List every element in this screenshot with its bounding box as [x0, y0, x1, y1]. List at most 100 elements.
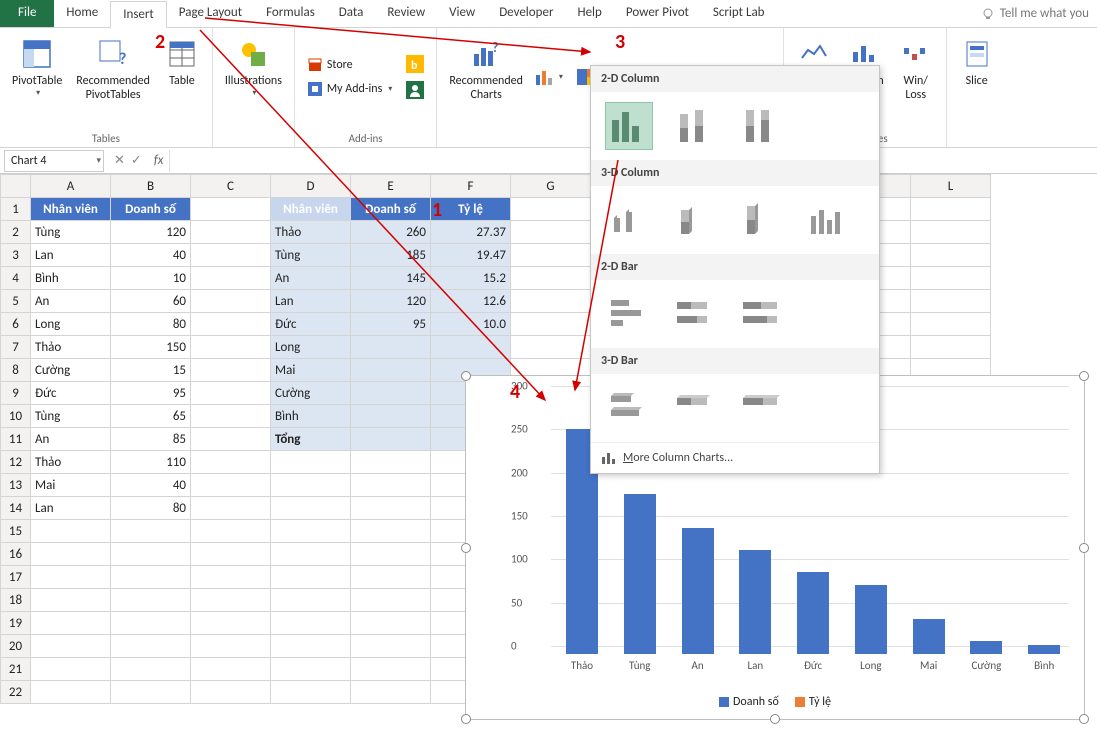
- cell[interactable]: Bình: [271, 405, 351, 428]
- cell[interactable]: [111, 681, 191, 704]
- row-header[interactable]: 20: [1, 635, 31, 658]
- row-header[interactable]: 10: [1, 405, 31, 428]
- recommended-pivottables-button[interactable]: ? Recommended PivotTables: [72, 32, 154, 104]
- name-box[interactable]: Chart 4▾: [4, 150, 104, 172]
- row-header[interactable]: 8: [1, 359, 31, 382]
- cell[interactable]: [191, 635, 271, 658]
- cell[interactable]: [191, 681, 271, 704]
- cell[interactable]: [511, 221, 591, 244]
- row-header[interactable]: 18: [1, 589, 31, 612]
- tab-script-lab[interactable]: Script Lab: [701, 0, 777, 27]
- cell[interactable]: [191, 566, 271, 589]
- cell[interactable]: Nhân viên: [31, 198, 111, 221]
- my-addins-button[interactable]: My Add-ins▾: [303, 79, 396, 99]
- cell[interactable]: 80: [111, 313, 191, 336]
- cell[interactable]: Nhân viên: [271, 198, 351, 221]
- fx-icon[interactable]: fx: [148, 153, 170, 168]
- row-header[interactable]: 13: [1, 474, 31, 497]
- tab-data[interactable]: Data: [327, 0, 376, 27]
- cell[interactable]: 10: [111, 267, 191, 290]
- cell[interactable]: [351, 497, 431, 520]
- cell[interactable]: [191, 244, 271, 267]
- cell[interactable]: [31, 658, 111, 681]
- cell[interactable]: [351, 336, 431, 359]
- cell[interactable]: 110: [111, 451, 191, 474]
- row-header[interactable]: 5: [1, 290, 31, 313]
- cell[interactable]: [191, 336, 271, 359]
- cell[interactable]: Tổng: [271, 428, 351, 451]
- cell[interactable]: Mai: [31, 474, 111, 497]
- cell[interactable]: [351, 658, 431, 681]
- row-header[interactable]: 4: [1, 267, 31, 290]
- cell[interactable]: 150: [111, 336, 191, 359]
- tab-home[interactable]: Home: [54, 0, 110, 27]
- cell[interactable]: 15.2: [431, 267, 511, 290]
- bing-maps-button[interactable]: b: [402, 53, 428, 75]
- cell[interactable]: [911, 198, 991, 221]
- cell[interactable]: [271, 589, 351, 612]
- cell[interactable]: Doanh số: [351, 198, 431, 221]
- cell[interactable]: [271, 497, 351, 520]
- cell[interactable]: [191, 405, 271, 428]
- cell[interactable]: Lan: [271, 290, 351, 313]
- cell[interactable]: [191, 428, 271, 451]
- clustered-bar-option[interactable]: [605, 290, 653, 338]
- tab-view[interactable]: View: [437, 0, 487, 27]
- cell[interactable]: [191, 313, 271, 336]
- cell[interactable]: [31, 566, 111, 589]
- tab-file[interactable]: File: [0, 0, 54, 27]
- cell[interactable]: 12.6: [431, 290, 511, 313]
- column-header[interactable]: A: [31, 175, 111, 198]
- cell[interactable]: [31, 520, 111, 543]
- tab-formulas[interactable]: Formulas: [254, 0, 327, 27]
- cell[interactable]: 95: [111, 382, 191, 405]
- cell[interactable]: [191, 198, 271, 221]
- cell[interactable]: [511, 336, 591, 359]
- row-header[interactable]: 14: [1, 497, 31, 520]
- tab-power-pivot[interactable]: Power Pivot: [614, 0, 701, 27]
- sparkline-winloss-button[interactable]: Win/ Loss: [894, 32, 938, 104]
- cell[interactable]: Tùng: [31, 405, 111, 428]
- illustrations-button[interactable]: Illustrations▾: [221, 32, 286, 100]
- cell[interactable]: [911, 267, 991, 290]
- cell[interactable]: [111, 543, 191, 566]
- cell[interactable]: [271, 474, 351, 497]
- cell[interactable]: [351, 543, 431, 566]
- cell[interactable]: Cường: [271, 382, 351, 405]
- 100-stacked-column-option[interactable]: [737, 102, 785, 150]
- cell[interactable]: Lan: [31, 497, 111, 520]
- cell[interactable]: 120: [351, 290, 431, 313]
- tab-page-layout[interactable]: Page Layout: [167, 0, 254, 27]
- tab-developer[interactable]: Developer: [487, 0, 565, 27]
- cell[interactable]: [31, 589, 111, 612]
- cell[interactable]: [431, 336, 511, 359]
- row-header[interactable]: 19: [1, 612, 31, 635]
- cell[interactable]: 185: [351, 244, 431, 267]
- cell[interactable]: 80: [111, 497, 191, 520]
- cell[interactable]: An: [31, 428, 111, 451]
- cell[interactable]: Đức: [31, 382, 111, 405]
- cell[interactable]: [191, 474, 271, 497]
- cell[interactable]: [351, 520, 431, 543]
- cell[interactable]: 60: [111, 290, 191, 313]
- cell[interactable]: 95: [351, 313, 431, 336]
- row-header[interactable]: 17: [1, 566, 31, 589]
- cell[interactable]: Thảo: [271, 221, 351, 244]
- cell[interactable]: 15: [111, 359, 191, 382]
- cell[interactable]: [271, 451, 351, 474]
- 3d-clustered-bar-option[interactable]: [605, 384, 653, 432]
- cell[interactable]: Thảo: [31, 451, 111, 474]
- cell[interactable]: [511, 244, 591, 267]
- cell[interactable]: An: [31, 290, 111, 313]
- column-header[interactable]: F: [431, 175, 511, 198]
- 100-stacked-bar-option[interactable]: [737, 290, 785, 338]
- cell[interactable]: [111, 635, 191, 658]
- tab-help[interactable]: Help: [565, 0, 613, 27]
- row-header[interactable]: 22: [1, 681, 31, 704]
- cell[interactable]: [351, 382, 431, 405]
- cell[interactable]: [271, 612, 351, 635]
- enter-formula-icon[interactable]: ✓: [131, 153, 142, 168]
- cell[interactable]: [31, 543, 111, 566]
- cell[interactable]: [191, 451, 271, 474]
- 3d-stacked-bar-option[interactable]: [671, 384, 719, 432]
